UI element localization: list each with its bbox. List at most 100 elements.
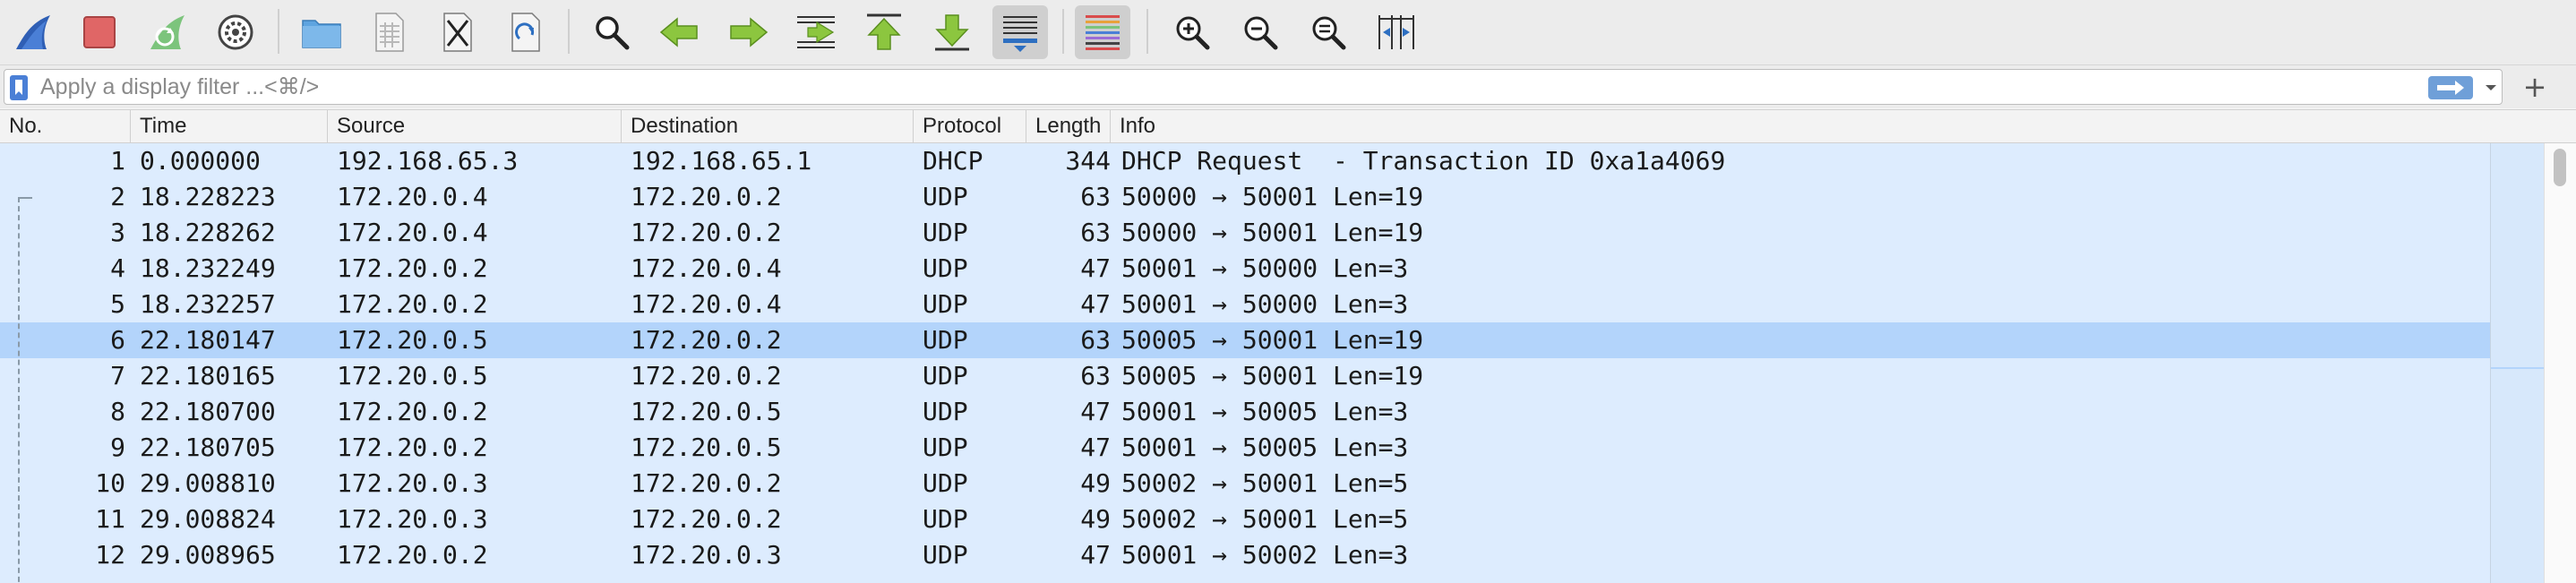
packet-length: 63 bbox=[1080, 325, 1111, 355]
column-header-source[interactable]: Source bbox=[328, 110, 622, 142]
packet-destination: 192.168.65.1 bbox=[631, 146, 812, 176]
go-to-packet-icon bbox=[797, 16, 835, 48]
packet-destination: 172.20.0.5 bbox=[631, 397, 782, 426]
packet-protocol: UDP bbox=[923, 361, 968, 390]
packet-length: 344 bbox=[1065, 146, 1111, 176]
bookmark-icon[interactable] bbox=[10, 75, 28, 100]
table-row[interactable]: 10 29.008810 172.20.0.3 172.20.0.2 UDP 49 5000… bbox=[0, 466, 2490, 502]
table-row[interactable]: 7 22.180165 172.20.0.5 172.20.0.2 UDP 63 50005… bbox=[0, 358, 2490, 394]
zoom-in-button[interactable] bbox=[1164, 5, 1220, 59]
table-row[interactable]: 3 18.228262 172.20.0.4 172.20.0.2 UDP 63 50000… bbox=[0, 215, 2490, 251]
restart-capture-button[interactable] bbox=[140, 5, 195, 59]
packet-protocol: UDP bbox=[923, 433, 968, 462]
display-filter-input[interactable] bbox=[40, 72, 2369, 102]
table-row[interactable]: 1 0.000000 192.168.65.3 192.168.65.1 DHCP 344… bbox=[0, 143, 2490, 179]
column-header-no[interactable]: No. bbox=[0, 110, 131, 142]
packet-source: 172.20.0.2 bbox=[337, 433, 488, 462]
go-forward-button[interactable] bbox=[720, 5, 776, 59]
packet-time: 29.008810 bbox=[140, 468, 276, 498]
packet-time: 18.228223 bbox=[140, 182, 276, 211]
filter-history-dropdown[interactable] bbox=[2482, 77, 2500, 99]
packet-destination: 172.20.0.3 bbox=[631, 540, 782, 570]
apply-filter-button[interactable] bbox=[2428, 76, 2473, 99]
table-row[interactable]: 5 18.232257 172.20.0.2 172.20.0.4 UDP 47 50001… bbox=[0, 287, 2490, 322]
vertical-scrollbar[interactable] bbox=[2544, 143, 2576, 583]
packet-protocol: UDP bbox=[923, 504, 968, 534]
go-to-packet-button[interactable] bbox=[788, 5, 844, 59]
packet-info: 50001 → 50005 Len=3 bbox=[1121, 433, 1409, 462]
stop-capture-button[interactable] bbox=[72, 5, 127, 59]
packet-protocol: UDP bbox=[923, 218, 968, 247]
add-filter-button[interactable]: + bbox=[2517, 69, 2553, 105]
scrollbar-thumb[interactable] bbox=[2554, 149, 2566, 186]
column-header-time[interactable]: Time bbox=[131, 110, 328, 142]
packet-time: 22.180165 bbox=[140, 361, 276, 390]
packet-protocol: UDP bbox=[923, 540, 968, 570]
packet-source: 172.20.0.4 bbox=[337, 218, 488, 247]
close-file-icon bbox=[443, 13, 472, 52]
toolbar-separator bbox=[278, 9, 279, 54]
column-header-destination[interactable]: Destination bbox=[622, 110, 914, 142]
colorize-button[interactable] bbox=[1075, 5, 1130, 59]
start-capture-button[interactable] bbox=[5, 5, 61, 59]
find-packet-button[interactable] bbox=[584, 5, 640, 59]
reload-file-button[interactable] bbox=[498, 5, 554, 59]
zoom-in-icon bbox=[1176, 16, 1210, 50]
packet-list-header: No. Time Source Destination Protocol Len… bbox=[0, 109, 2576, 143]
packet-source: 172.20.0.2 bbox=[337, 289, 488, 319]
close-file-button[interactable] bbox=[430, 5, 485, 59]
capture-options-button[interactable] bbox=[208, 5, 263, 59]
packet-info: 50002 → 50001 Len=5 bbox=[1121, 504, 1409, 534]
packet-length: 49 bbox=[1080, 468, 1111, 498]
packet-destination: 172.20.0.2 bbox=[631, 361, 782, 390]
packet-length: 47 bbox=[1080, 397, 1111, 426]
column-header-length[interactable]: Length bbox=[1026, 110, 1111, 142]
packet-length: 47 bbox=[1080, 253, 1111, 283]
packet-info: 50000 → 50001 Len=19 bbox=[1121, 182, 1424, 211]
packet-length: 63 bbox=[1080, 182, 1111, 211]
packet-protocol: UDP bbox=[923, 397, 968, 426]
display-filter-bar: + bbox=[0, 65, 2576, 108]
packet-minimap[interactable] bbox=[2490, 143, 2545, 583]
table-row[interactable]: 4 18.232249 172.20.0.2 172.20.0.4 UDP 47 50001… bbox=[0, 251, 2490, 287]
table-row[interactable]: 12 29.008965 172.20.0.2 172.20.0.3 UDP 47 5000… bbox=[0, 537, 2490, 573]
conversation-bracket-line bbox=[18, 197, 21, 583]
auto-scroll-button[interactable] bbox=[992, 5, 1048, 59]
arrow-right-icon bbox=[2437, 81, 2464, 95]
save-file-icon bbox=[375, 13, 404, 52]
packet-info: 50001 → 50002 Len=3 bbox=[1121, 540, 1409, 570]
save-file-button[interactable] bbox=[362, 5, 417, 59]
packet-list[interactable]: 12 29.008965 172.20.0.2 172.20.0.3 UDP 47 5000… bbox=[0, 143, 2490, 583]
packet-destination: 172.20.0.2 bbox=[631, 504, 782, 534]
table-row-selected[interactable]: 6 22.180147 172.20.0.5 172.20.0.2 UDP 63 50005… bbox=[0, 322, 2490, 358]
packet-info: 50001 → 50000 Len=3 bbox=[1121, 253, 1409, 283]
go-back-button[interactable] bbox=[652, 5, 708, 59]
open-file-button[interactable] bbox=[294, 5, 349, 59]
minimap-selected-marker bbox=[2491, 367, 2545, 369]
table-row[interactable]: 8 22.180700 172.20.0.2 172.20.0.5 UDP 47 50001… bbox=[0, 394, 2490, 430]
go-to-first-packet-button[interactable] bbox=[856, 5, 912, 59]
start-capture-icon bbox=[16, 15, 50, 49]
resize-columns-button[interactable] bbox=[1369, 5, 1424, 59]
restart-capture-icon bbox=[150, 15, 185, 49]
packet-destination: 172.20.0.2 bbox=[631, 182, 782, 211]
capture-options-icon bbox=[218, 14, 253, 50]
normal-size-icon bbox=[1312, 16, 1346, 50]
table-row[interactable]: 11 29.008824 172.20.0.3 172.20.0.2 UDP 49 5000… bbox=[0, 502, 2490, 537]
packet-time: 29.008824 bbox=[140, 504, 276, 534]
zoom-out-button[interactable] bbox=[1232, 5, 1288, 59]
packet-destination: 172.20.0.2 bbox=[631, 468, 782, 498]
packet-number: 1 bbox=[110, 146, 125, 176]
colorize-icon bbox=[1086, 15, 1120, 50]
packet-time: 22.180705 bbox=[140, 433, 276, 462]
auto-scroll-icon bbox=[1003, 16, 1037, 52]
packet-source: 172.20.0.5 bbox=[337, 361, 488, 390]
table-row[interactable]: 9 22.180705 172.20.0.2 172.20.0.5 UDP 47 50001… bbox=[0, 430, 2490, 466]
toolbar-separator bbox=[568, 9, 570, 54]
packet-source: 172.20.0.2 bbox=[337, 540, 488, 570]
column-header-info[interactable]: Info bbox=[1111, 110, 2576, 142]
column-header-protocol[interactable]: Protocol bbox=[914, 110, 1026, 142]
go-to-last-packet-button[interactable] bbox=[924, 5, 980, 59]
table-row[interactable]: 2 18.228223 172.20.0.4 172.20.0.2 UDP 63 50000… bbox=[0, 179, 2490, 215]
normal-size-button[interactable] bbox=[1301, 5, 1356, 59]
